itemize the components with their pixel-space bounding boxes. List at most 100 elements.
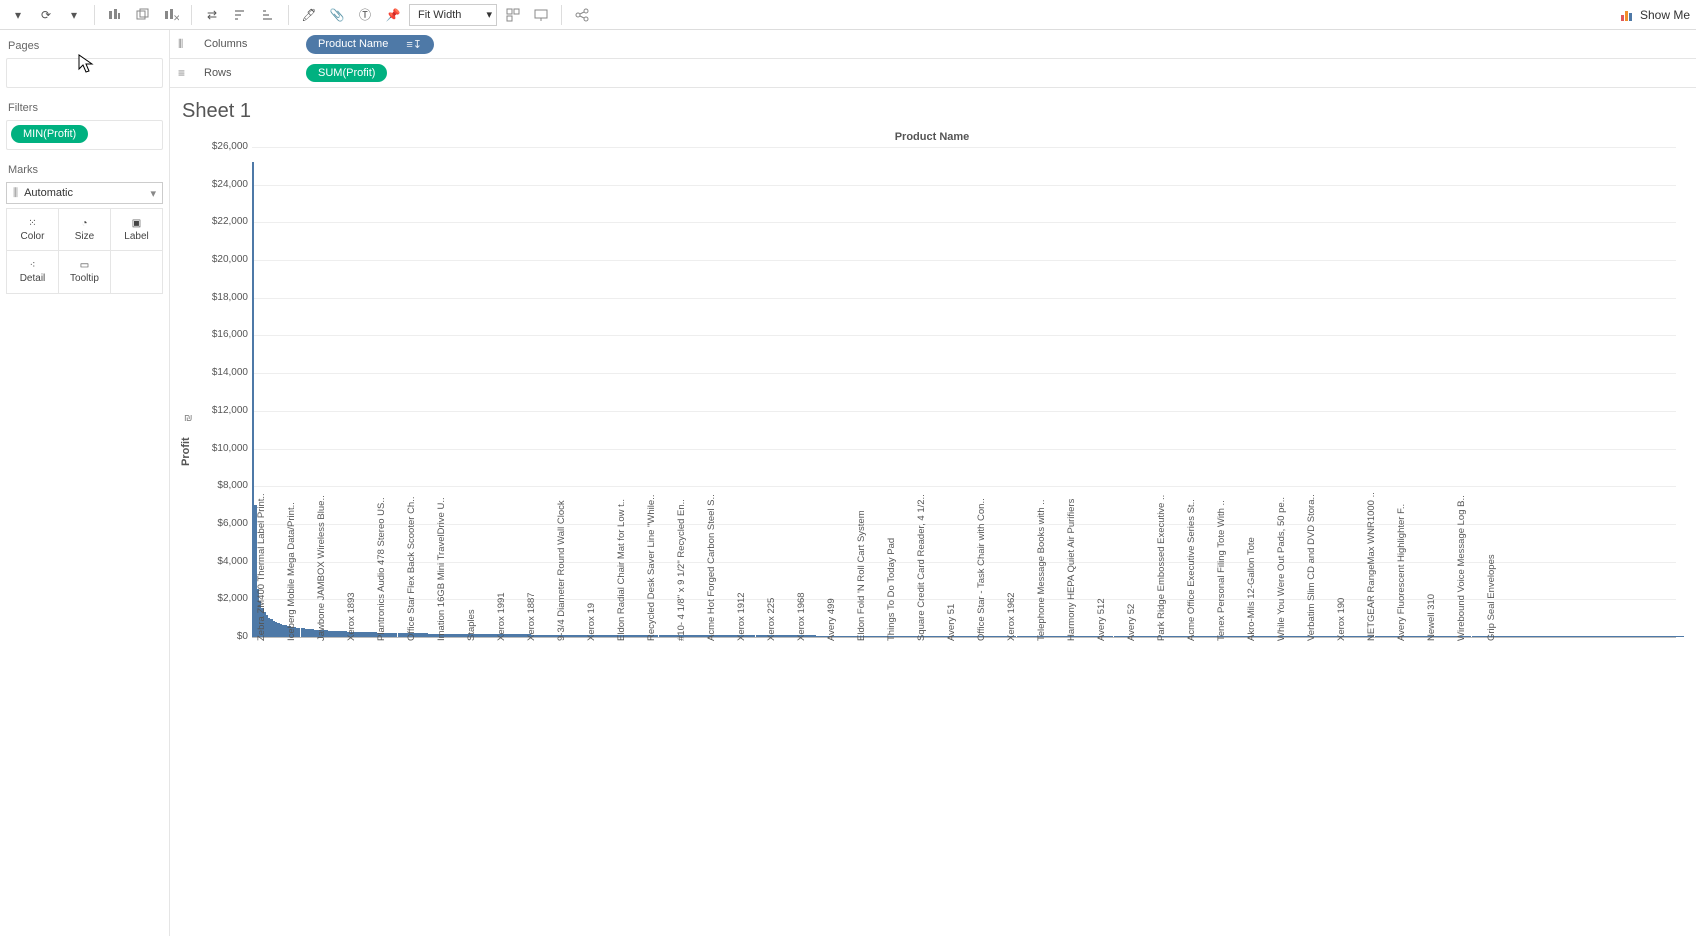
showme-icon <box>1620 8 1634 22</box>
rows-icon: ≡ <box>178 66 192 80</box>
x-tick-label: Imation 16GB Mini TravelDrive U.. <box>436 497 447 641</box>
pages-shelf[interactable] <box>6 58 163 88</box>
marks-size-button[interactable]: ◔Size <box>59 209 111 251</box>
x-tick-label: Eldon Fold 'N Roll Cart System <box>856 510 867 641</box>
undo-dropdown-icon[interactable]: ▾ <box>6 3 30 27</box>
x-tick-label: Office Star - Task Chair with Con.. <box>976 498 987 641</box>
y-tick: $18,000 <box>212 292 248 303</box>
chevron-down-icon: ▾ <box>486 8 492 21</box>
pill-label: Product Name <box>318 38 388 50</box>
bar[interactable] <box>1682 636 1684 637</box>
y-tick: $10,000 <box>212 443 248 454</box>
attach-icon[interactable]: 📎 <box>325 3 349 27</box>
x-tick-label: 9-3/4 Diameter Round Wall Clock <box>556 500 567 641</box>
y-tick: $6,000 <box>217 518 248 529</box>
x-tick-label: Xerox 1962 <box>1006 592 1017 641</box>
fit-mode-select[interactable]: Fit Width ▾ <box>409 4 497 26</box>
columns-label: Columns <box>204 38 284 50</box>
x-tick-label: Square Credit Card Reader, 4 1/2.. <box>916 494 927 641</box>
x-tick-label: Office Star Flex Back Scooter Ch.. <box>406 497 417 642</box>
marks-label-button[interactable]: ▣Label <box>111 209 162 251</box>
x-tick-label: Newell 310 <box>1426 594 1437 641</box>
duplicate-icon[interactable] <box>131 3 155 27</box>
color-icon: ⁙ <box>28 218 36 229</box>
refresh-icon[interactable]: ⟳ <box>34 3 58 27</box>
bar-icon: ⫼ <box>13 187 18 200</box>
sort-asc-icon[interactable] <box>228 3 252 27</box>
filter-pill-min-profit[interactable]: MIN(Profit) <box>11 125 88 143</box>
x-tick-label: While You Were Out Pads, 50 pe.. <box>1276 497 1287 641</box>
x-tick-label: Xerox 1991 <box>496 592 507 641</box>
pause-icon[interactable]: ▾ <box>62 3 86 27</box>
marks-type-label: Automatic <box>24 187 73 199</box>
clear-icon[interactable]: ✕ <box>159 3 183 27</box>
x-tick-label: Xerox 19 <box>586 603 597 641</box>
toolbar: ▾ ⟳ ▾ ✕ ⇄ 🖊 📎 Ⓣ 📌 Fit Width ▾ Show Me <box>0 0 1696 30</box>
y-tick: $2,000 <box>217 593 248 604</box>
x-tick-label: Xerox 1887 <box>526 592 537 641</box>
showme-button[interactable]: Show Me <box>1620 8 1690 22</box>
x-tick-label: Xerox 1893 <box>346 592 357 641</box>
pill-label: SUM(Profit) <box>318 67 375 79</box>
y-axis-label: Profit <box>180 437 192 466</box>
filters-shelf[interactable]: MIN(Profit) <box>6 120 163 150</box>
x-tick-label: Park Ridge Embossed Executive .. <box>1156 495 1167 641</box>
svg-text:✕: ✕ <box>173 13 179 23</box>
sheet-title[interactable]: Sheet 1 <box>182 100 1686 123</box>
detail-icon: ⁖ <box>30 260 36 271</box>
share-icon[interactable] <box>570 3 594 27</box>
pages-title: Pages <box>8 40 163 52</box>
chart[interactable]: ₪ Profit $0$2,000$4,000$6,000$8,000$10,0… <box>178 147 1686 907</box>
chevron-down-icon: ▾ <box>150 187 156 200</box>
columns-shelf[interactable]: ⦀ Columns Product Name ≡↧ <box>170 30 1696 59</box>
size-icon: ◔ <box>81 218 87 229</box>
columns-pill-product-name[interactable]: Product Name ≡↧ <box>306 35 434 54</box>
x-tick-label: Xerox 225 <box>766 598 777 641</box>
x-tick-label: Recycled Desk Saver Line "While.. <box>646 495 657 641</box>
marks-card: ⁙Color ◔Size ▣Label ⁖Detail ▭Tooltip <box>6 208 163 294</box>
fit-mode-label: Fit Width <box>418 9 461 21</box>
x-tick-label: Avery 52 <box>1126 604 1137 641</box>
axis-icon: ₪ <box>184 413 193 424</box>
y-tick: $0 <box>237 631 248 642</box>
x-tick-label: Acme Hot Forged Carbon Steel S.. <box>706 494 717 641</box>
sort-icon: ≡↧ <box>406 38 422 51</box>
label-icon: ▣ <box>132 218 141 229</box>
y-tick: $20,000 <box>212 254 248 265</box>
view-cards-icon[interactable] <box>501 3 525 27</box>
tooltip-icon: ▭ <box>80 260 89 271</box>
new-worksheet-icon[interactable] <box>103 3 127 27</box>
y-tick: $4,000 <box>217 556 248 567</box>
x-tick-label: Xerox 1912 <box>736 592 747 641</box>
y-tick: $24,000 <box>212 179 248 190</box>
marks-tooltip-button[interactable]: ▭Tooltip <box>59 251 111 293</box>
marks-color-button[interactable]: ⁙Color <box>7 209 59 251</box>
x-tick-label: Wirebound Voice Message Log B.. <box>1456 495 1467 641</box>
x-tick-label: Xerox 190 <box>1336 598 1347 641</box>
marks-detail-button[interactable]: ⁖Detail <box>7 251 59 293</box>
sort-desc-icon[interactable] <box>256 3 280 27</box>
x-tick-label: Zebra ZM400 Thermal Label Print.. <box>256 493 267 641</box>
rows-shelf[interactable]: ≡ Rows SUM(Profit) <box>170 59 1696 88</box>
marks-type-select[interactable]: ⫼ Automatic ▾ <box>6 182 163 204</box>
x-tick-label: Verbatim Slim CD and DVD Stora.. <box>1306 494 1317 641</box>
pin-icon[interactable]: 📌 <box>381 3 405 27</box>
columns-icon: ⦀ <box>178 37 192 52</box>
x-tick-label: Avery Fluorescent Highlighter F.. <box>1396 504 1407 641</box>
filter-pill-label: MIN(Profit) <box>23 128 76 140</box>
x-tick-label: Telephone Message Books with .. <box>1036 499 1047 641</box>
x-tick-label: Acme Office Executive Series St.. <box>1186 499 1197 641</box>
highlight-icon[interactable]: 🖊 <box>297 3 321 27</box>
y-tick: $14,000 <box>212 367 248 378</box>
x-tick-label: Tenex Personal Filing Tote With .. <box>1216 500 1227 641</box>
rows-pill-sum-profit[interactable]: SUM(Profit) <box>306 64 387 82</box>
x-axis-labels: Zebra ZM400 Thermal Label Print..Iceberg… <box>252 637 1676 807</box>
x-tick-label: Plantronics Audio 478 Stereo US.. <box>376 497 387 641</box>
filters-title: Filters <box>8 102 163 114</box>
presentation-icon[interactable] <box>529 3 553 27</box>
swap-icon[interactable]: ⇄ <box>200 3 224 27</box>
x-tick-label: Staples <box>466 609 477 641</box>
y-tick: $12,000 <box>212 405 248 416</box>
totals-icon[interactable]: Ⓣ <box>353 3 377 27</box>
chart-header: Product Name <box>178 131 1686 143</box>
